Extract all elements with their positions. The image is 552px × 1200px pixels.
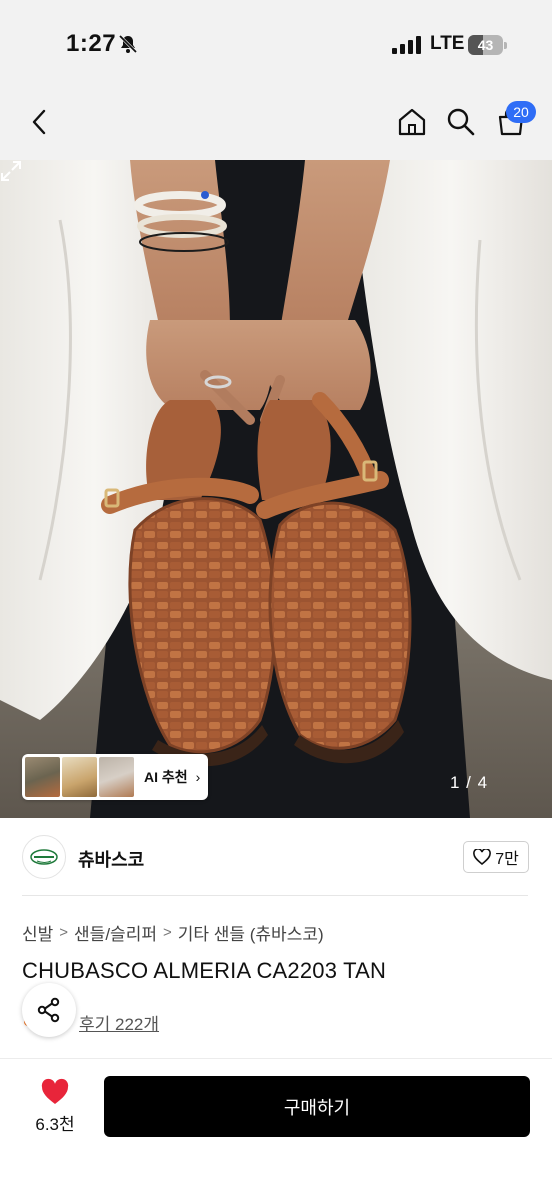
back-button[interactable]: [20, 102, 60, 142]
brand-logo[interactable]: [22, 835, 66, 879]
brand-like-count: 7만: [495, 851, 519, 868]
network-type: LTE: [430, 33, 465, 54]
search-icon: [447, 108, 475, 136]
cart-count-badge: 20: [506, 101, 536, 123]
status-bar: 1:27 LTE 43: [0, 0, 552, 88]
brand-logo-mark: [30, 849, 58, 865]
expand-icon[interactable]: [0, 160, 22, 182]
search-button[interactable]: [441, 102, 481, 142]
breadcrumb-item-sandals[interactable]: 샌들/슬리퍼: [74, 920, 157, 945]
bell-mute-icon: [118, 34, 138, 54]
battery-icon: 43: [468, 35, 508, 55]
thumbnail-3[interactable]: [99, 757, 134, 797]
wishlist-count: 6.3천: [35, 1115, 75, 1134]
divider: [22, 895, 528, 896]
home-button[interactable]: [392, 102, 432, 142]
share-icon: [37, 997, 60, 1023]
brand-name[interactable]: 츄바스코: [78, 846, 144, 872]
thumbnail-1[interactable]: [25, 757, 60, 797]
status-time: 1:27: [66, 30, 117, 57]
back-chevron-icon: [32, 109, 46, 135]
breadcrumb: 신발 > 샌들/슬리퍼 > 기타 샌들 (츄바스코): [22, 920, 324, 945]
heart-outline-icon: [473, 849, 492, 865]
product-title: CHUBASCO ALMERIA CA2203 TAN: [22, 958, 387, 983]
battery-percent: 43: [477, 37, 494, 53]
brand-row[interactable]: 츄바스코 7만: [0, 818, 552, 896]
image-page-indicator: 1 / 4: [450, 773, 489, 792]
breadcrumb-item-shoes[interactable]: 신발: [22, 920, 53, 945]
thumbnail-2[interactable]: [62, 757, 97, 797]
product-photo: [0, 160, 552, 818]
home-icon: [398, 108, 426, 136]
buy-button[interactable]: 구매하기: [104, 1076, 530, 1137]
chevron-right-icon: ›: [195, 769, 201, 785]
top-nav-bar: [0, 88, 552, 160]
review-count-link[interactable]: 후기 222개: [79, 1010, 159, 1035]
brand-like-button[interactable]: 7만: [463, 841, 529, 873]
ai-recommend-thumbnails[interactable]: AI 추천 ›: [22, 754, 208, 800]
share-button[interactable]: [22, 983, 76, 1037]
cellular-signal-icon: [392, 36, 421, 54]
breadcrumb-separator-icon: >: [59, 924, 69, 941]
breadcrumb-separator-icon: >: [162, 924, 172, 941]
breadcrumb-item-other-sandals[interactable]: 기타 샌들 (츄바스코): [178, 920, 324, 945]
heart-filled-icon[interactable]: [40, 1078, 70, 1106]
product-image-carousel[interactable]: AI 추천 › 1 / 4: [0, 160, 552, 818]
ai-recommend-label: AI 추천: [144, 769, 188, 785]
